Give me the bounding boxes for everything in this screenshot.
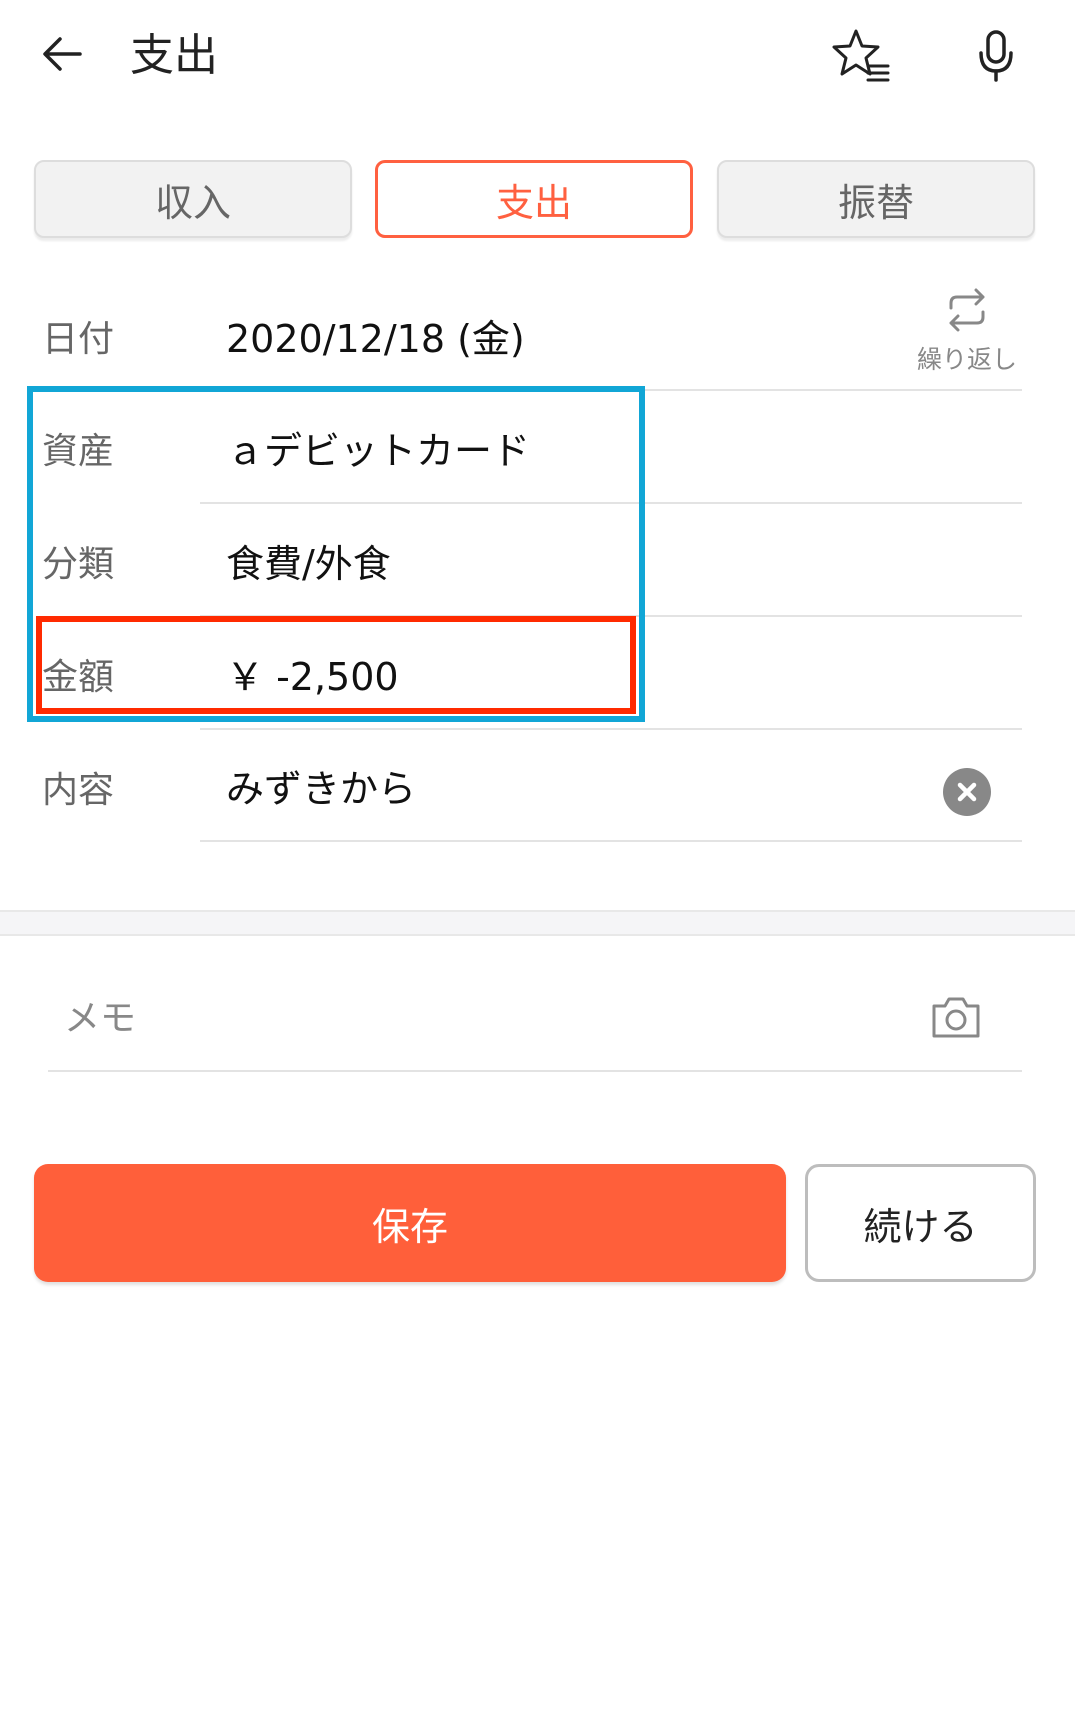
- repeat-button[interactable]: 繰り返し: [905, 284, 1029, 374]
- arrow-left-icon: [43, 37, 82, 71]
- divider: [200, 840, 1022, 842]
- tab-expense[interactable]: 支出: [375, 160, 693, 238]
- save-button[interactable]: 保存: [34, 1164, 786, 1282]
- clear-content-button[interactable]: [943, 768, 991, 816]
- divider: [200, 728, 1022, 730]
- microphone-icon: [979, 30, 1013, 82]
- tab-income[interactable]: 収入: [34, 160, 352, 238]
- camera-icon: [932, 997, 980, 1038]
- highlight-box-red: [36, 616, 636, 714]
- clear-icon: [957, 782, 977, 802]
- page-title: 支出: [130, 30, 218, 81]
- section-separator: [0, 910, 1075, 936]
- repeat-icon: [949, 288, 985, 332]
- star-list-icon: [832, 29, 890, 82]
- date-field[interactable]: 2020/12/18 (金): [226, 316, 525, 362]
- date-label: 日付: [42, 319, 115, 360]
- memo-input[interactable]: [64, 994, 904, 1042]
- voice-input-button[interactable]: [970, 26, 1022, 86]
- favorite-button[interactable]: [830, 26, 892, 86]
- repeat-label: 繰り返し: [916, 345, 1017, 374]
- back-button[interactable]: [36, 28, 88, 80]
- content-field[interactable]: みずきから: [226, 766, 416, 812]
- continue-button[interactable]: 続ける: [805, 1164, 1036, 1282]
- app-header: 支出: [0, 0, 1075, 120]
- content-label: 内容: [42, 770, 115, 811]
- memo-divider: [48, 1070, 1022, 1072]
- camera-button[interactable]: [930, 994, 982, 1046]
- tab-transfer[interactable]: 振替: [717, 160, 1035, 238]
